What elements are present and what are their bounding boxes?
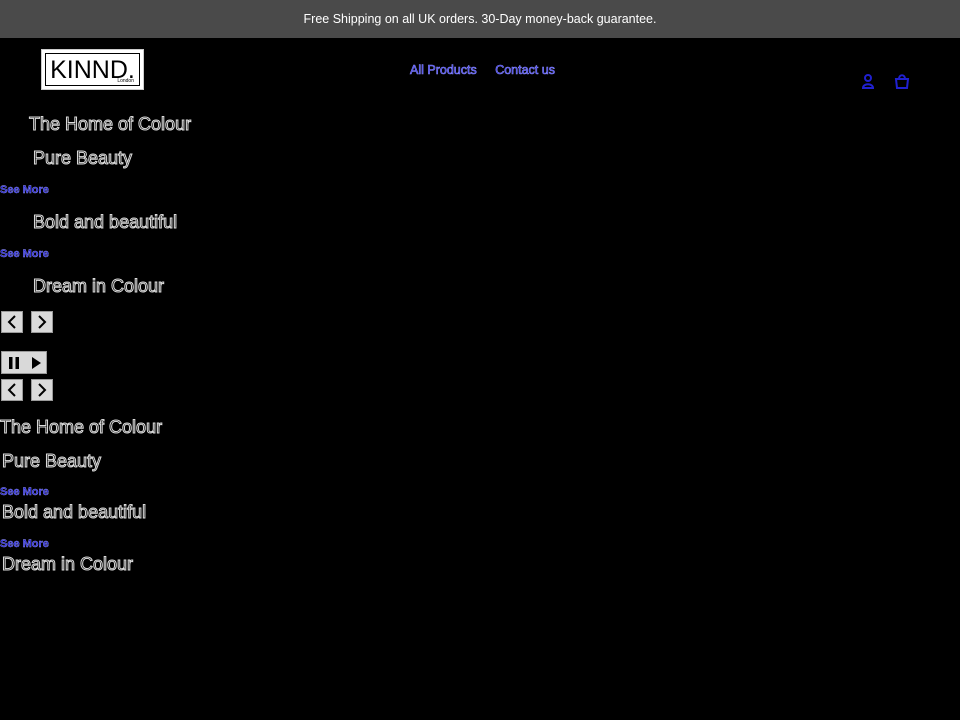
play-icon [31, 356, 41, 369]
slide-title: The Home of Colour [28, 114, 192, 135]
see-more-link[interactable]: See More [0, 486, 49, 498]
slide-title: Pure Beauty [32, 148, 133, 169]
slide-title: Dream in Colour [1, 554, 134, 575]
announcement-bar: Free Shipping on all UK orders. 30-Day m… [0, 0, 960, 38]
slideshow-next-button[interactable] [31, 379, 53, 401]
slide-title: The Home of Colour [0, 417, 163, 438]
see-more-link[interactable]: See More [0, 248, 49, 260]
main-nav: All Products Contact us [410, 63, 570, 78]
cart-icon[interactable] [894, 73, 910, 89]
slide-title: Bold and beautiful [32, 212, 178, 233]
nav-contact-us[interactable]: Contact us [495, 63, 555, 78]
logo-subtitle: London [117, 78, 134, 84]
slide-title: Pure Beauty [1, 451, 102, 472]
slideshow-prev-button[interactable] [1, 311, 23, 333]
see-more-link[interactable]: See More [0, 184, 49, 196]
chevron-right-icon [38, 315, 47, 329]
slideshow-prev-button[interactable] [1, 379, 23, 401]
nav-all-products[interactable]: All Products [410, 63, 477, 78]
slide-title: Dream in Colour [32, 276, 165, 297]
slideshow-next-button[interactable] [31, 311, 53, 333]
chevron-right-icon [38, 383, 47, 397]
slideshow-pause-play-toggle[interactable] [1, 351, 47, 374]
see-more-link[interactable]: See More [0, 538, 49, 550]
account-icon[interactable] [860, 73, 876, 89]
slide-title: Bold and beautiful [1, 502, 147, 523]
chevron-left-icon [7, 383, 16, 397]
chevron-left-icon [7, 315, 16, 329]
pause-icon [8, 356, 19, 369]
logo-frame: KINND. London [45, 53, 140, 86]
logo[interactable]: KINND. London [41, 49, 144, 90]
